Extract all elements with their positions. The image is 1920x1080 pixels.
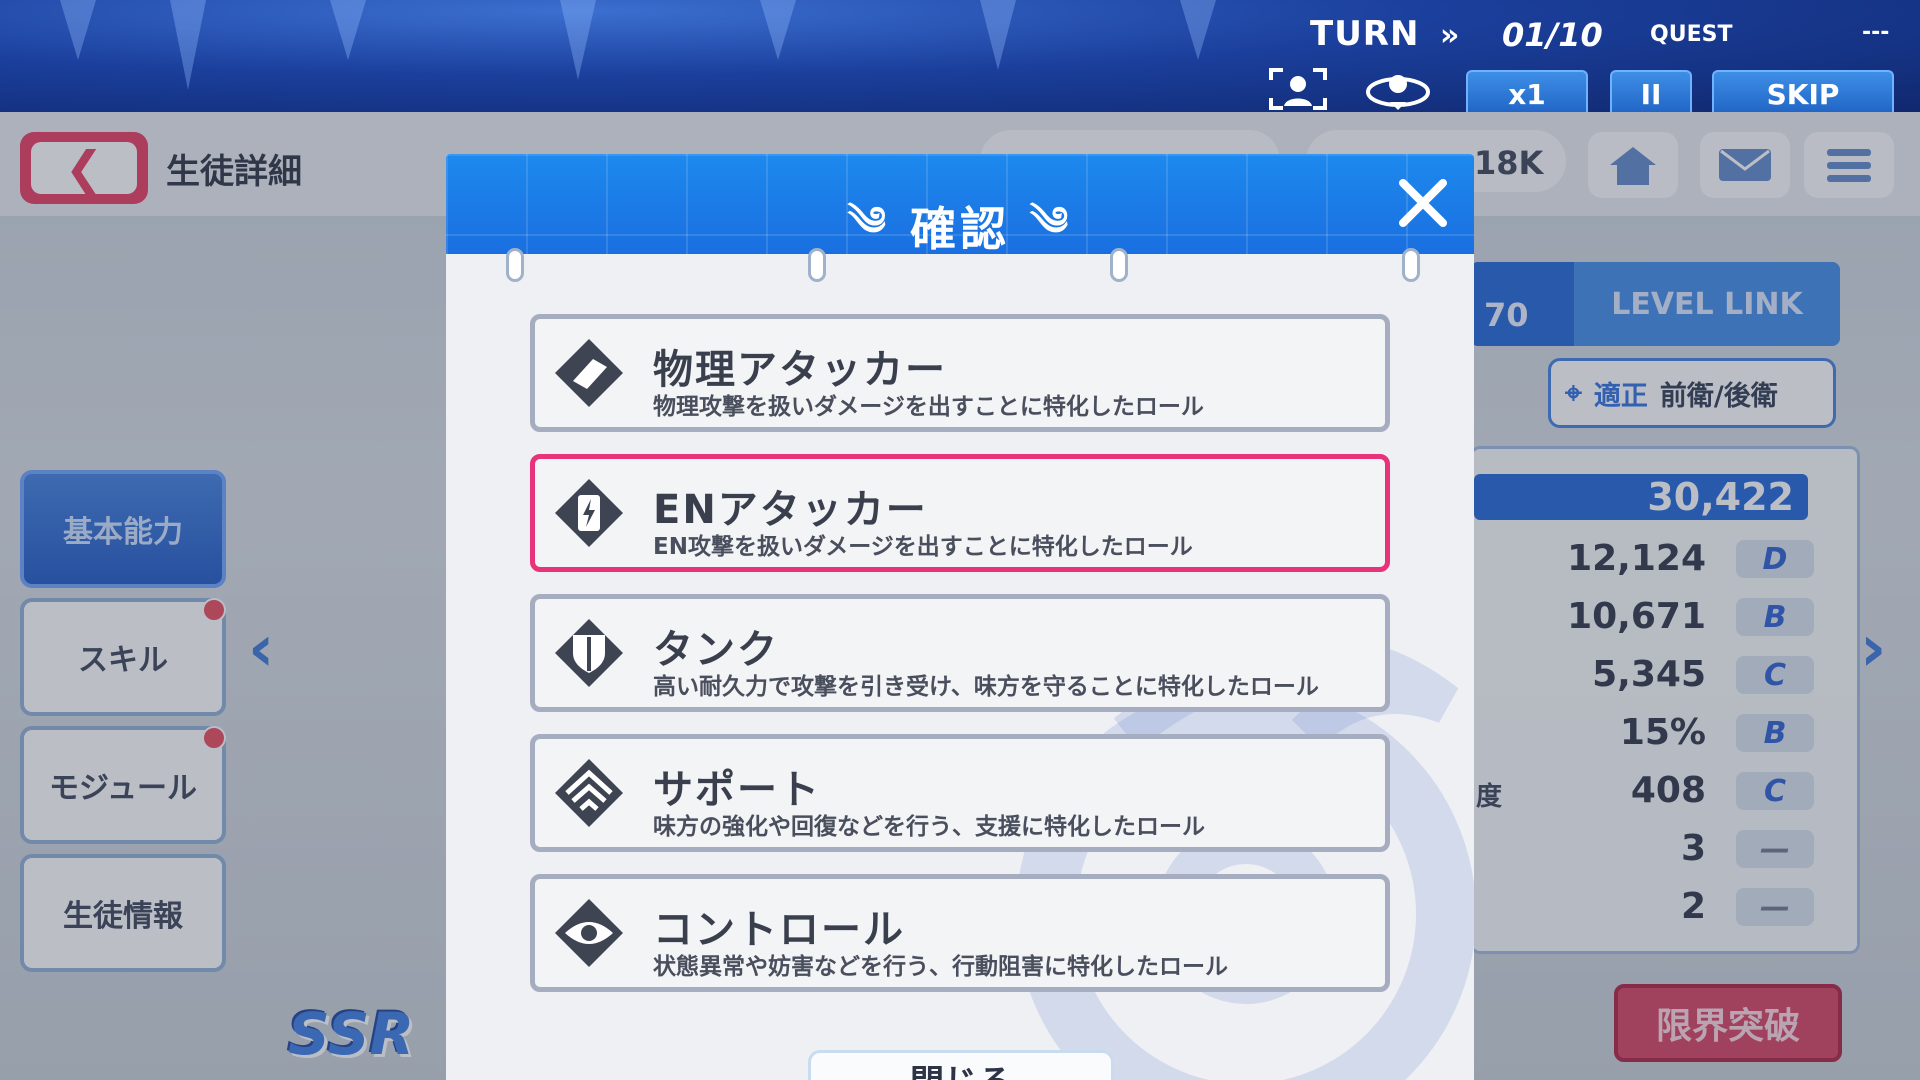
background-decoration xyxy=(60,0,96,60)
quest-label: QUEST xyxy=(1650,22,1733,47)
speed-button[interactable]: x1 xyxy=(1466,70,1588,112)
pause-button[interactable]: II xyxy=(1610,70,1692,112)
auto-camera-icon[interactable] xyxy=(1360,66,1436,112)
role-description: EN攻撃を扱いダメージを出すことに特化したロール xyxy=(653,534,1193,560)
skip-button[interactable]: SKIP xyxy=(1712,70,1894,112)
role-card-en-attacker[interactable]: ENアタッカー EN攻撃を扱いダメージを出すことに特化したロール xyxy=(530,454,1390,572)
role-card-tank[interactable]: タンク 高い耐久力で攻撃を引き受け、味方を守ることに特化したロール xyxy=(530,594,1390,712)
background-decoration xyxy=(760,0,796,60)
binder-ring xyxy=(1402,248,1420,282)
turn-arrows: » xyxy=(1440,18,1460,53)
background-decoration xyxy=(1180,0,1216,60)
binder-ring xyxy=(506,248,524,282)
wing-left-icon: ༄ xyxy=(847,199,890,245)
wing-right-icon: ༄ xyxy=(1030,199,1073,245)
background-decoration xyxy=(560,0,596,80)
background-decoration xyxy=(980,0,1016,70)
control-icon xyxy=(555,899,623,967)
background-decoration xyxy=(170,0,206,90)
close-icon[interactable] xyxy=(1392,172,1454,234)
binder-ring xyxy=(808,248,826,282)
physical-attacker-icon xyxy=(555,339,623,407)
role-card-control[interactable]: コントロール 状態異常や妨害などを行う、行動阻害に特化したロール xyxy=(530,874,1390,992)
role-description: 物理攻撃を扱いダメージを出すことに特化したロール xyxy=(653,394,1204,420)
dialog-header: ༄ 確認 ༄ xyxy=(446,154,1474,254)
turn-counter: 01/10 xyxy=(1502,16,1603,54)
focus-camera-icon[interactable] xyxy=(1260,66,1336,112)
en-attacker-icon xyxy=(555,479,623,547)
confirm-dialog: ༄ 確認 ༄ 物理アタッカー 物理攻撃を扱いダメージを出すことに特化したロール … xyxy=(446,154,1474,1080)
dialog-title-text: 確認 xyxy=(910,202,1010,254)
close-button[interactable]: 閉じる xyxy=(808,1050,1114,1080)
dialog-title: ༄ 確認 ༄ xyxy=(446,176,1474,254)
binder-ring xyxy=(1110,248,1128,282)
battle-hud: TURN » 01/10 QUEST --- x1 II SKIP xyxy=(0,0,1920,112)
role-description: 味方の強化や回復などを行う、支援に特化したロール xyxy=(653,814,1205,840)
tank-icon xyxy=(555,619,623,687)
role-description: 高い耐久力で攻撃を引き受け、味方を守ることに特化したロール xyxy=(653,674,1319,700)
quest-value: --- xyxy=(1862,20,1890,45)
support-icon xyxy=(555,759,623,827)
turn-label: TURN xyxy=(1310,14,1420,54)
role-card-support[interactable]: サポート 味方の強化や回復などを行う、支援に特化したロール xyxy=(530,734,1390,852)
role-description: 状態異常や妨害などを行う、行動阻害に特化したロール xyxy=(653,954,1228,980)
background-decoration xyxy=(330,0,366,60)
role-card-physical-attacker[interactable]: 物理アタッカー 物理攻撃を扱いダメージを出すことに特化したロール xyxy=(530,314,1390,432)
